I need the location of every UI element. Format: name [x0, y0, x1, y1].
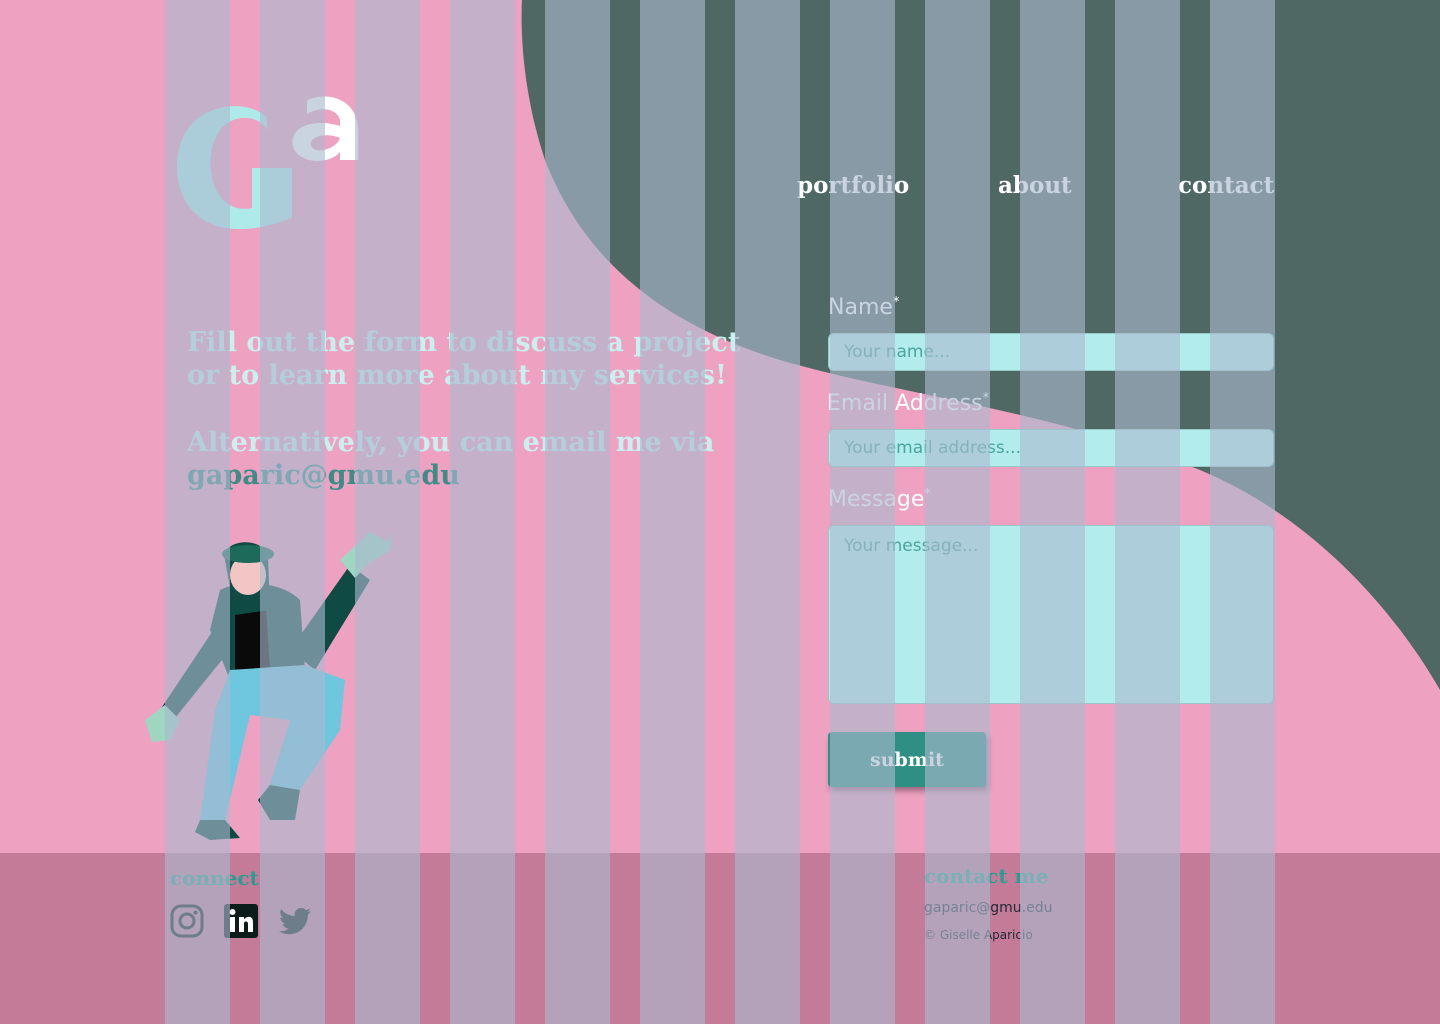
- linkedin-icon[interactable]: [223, 903, 259, 939]
- contact-me-heading: contact me: [924, 864, 1049, 888]
- connect-heading: connect: [170, 866, 259, 890]
- email-input[interactable]: [828, 429, 1274, 467]
- ga-logo[interactable]: [172, 90, 362, 232]
- alternative-text: Alternatively, you can email me via gapa…: [187, 426, 747, 492]
- submit-button[interactable]: submit: [828, 732, 986, 787]
- nav-contact[interactable]: contact: [1178, 172, 1274, 199]
- intro-text: Fill out the form to discuss a project o…: [187, 327, 741, 391]
- twitter-icon[interactable]: [277, 903, 313, 939]
- message-label: Message*: [828, 487, 931, 512]
- nav-about[interactable]: about: [998, 172, 1072, 199]
- alternative-line: Alternatively, you can email me via: [187, 427, 715, 458]
- instagram-icon[interactable]: [169, 903, 205, 939]
- message-textarea[interactable]: [828, 525, 1274, 704]
- email-label: Email Address*: [827, 391, 990, 416]
- footer-email-link[interactable]: gaparic@gmu.edu: [924, 900, 1053, 916]
- name-label: Name*: [828, 295, 900, 320]
- copyright-text: © Giselle Aparicio: [924, 928, 1033, 942]
- intro-email-link[interactable]: gaparic@gmu.edu: [187, 460, 460, 491]
- nav-portfolio[interactable]: portfolio: [797, 172, 909, 199]
- name-input[interactable]: [828, 333, 1274, 371]
- waving-woman-illustration: [145, 532, 392, 840]
